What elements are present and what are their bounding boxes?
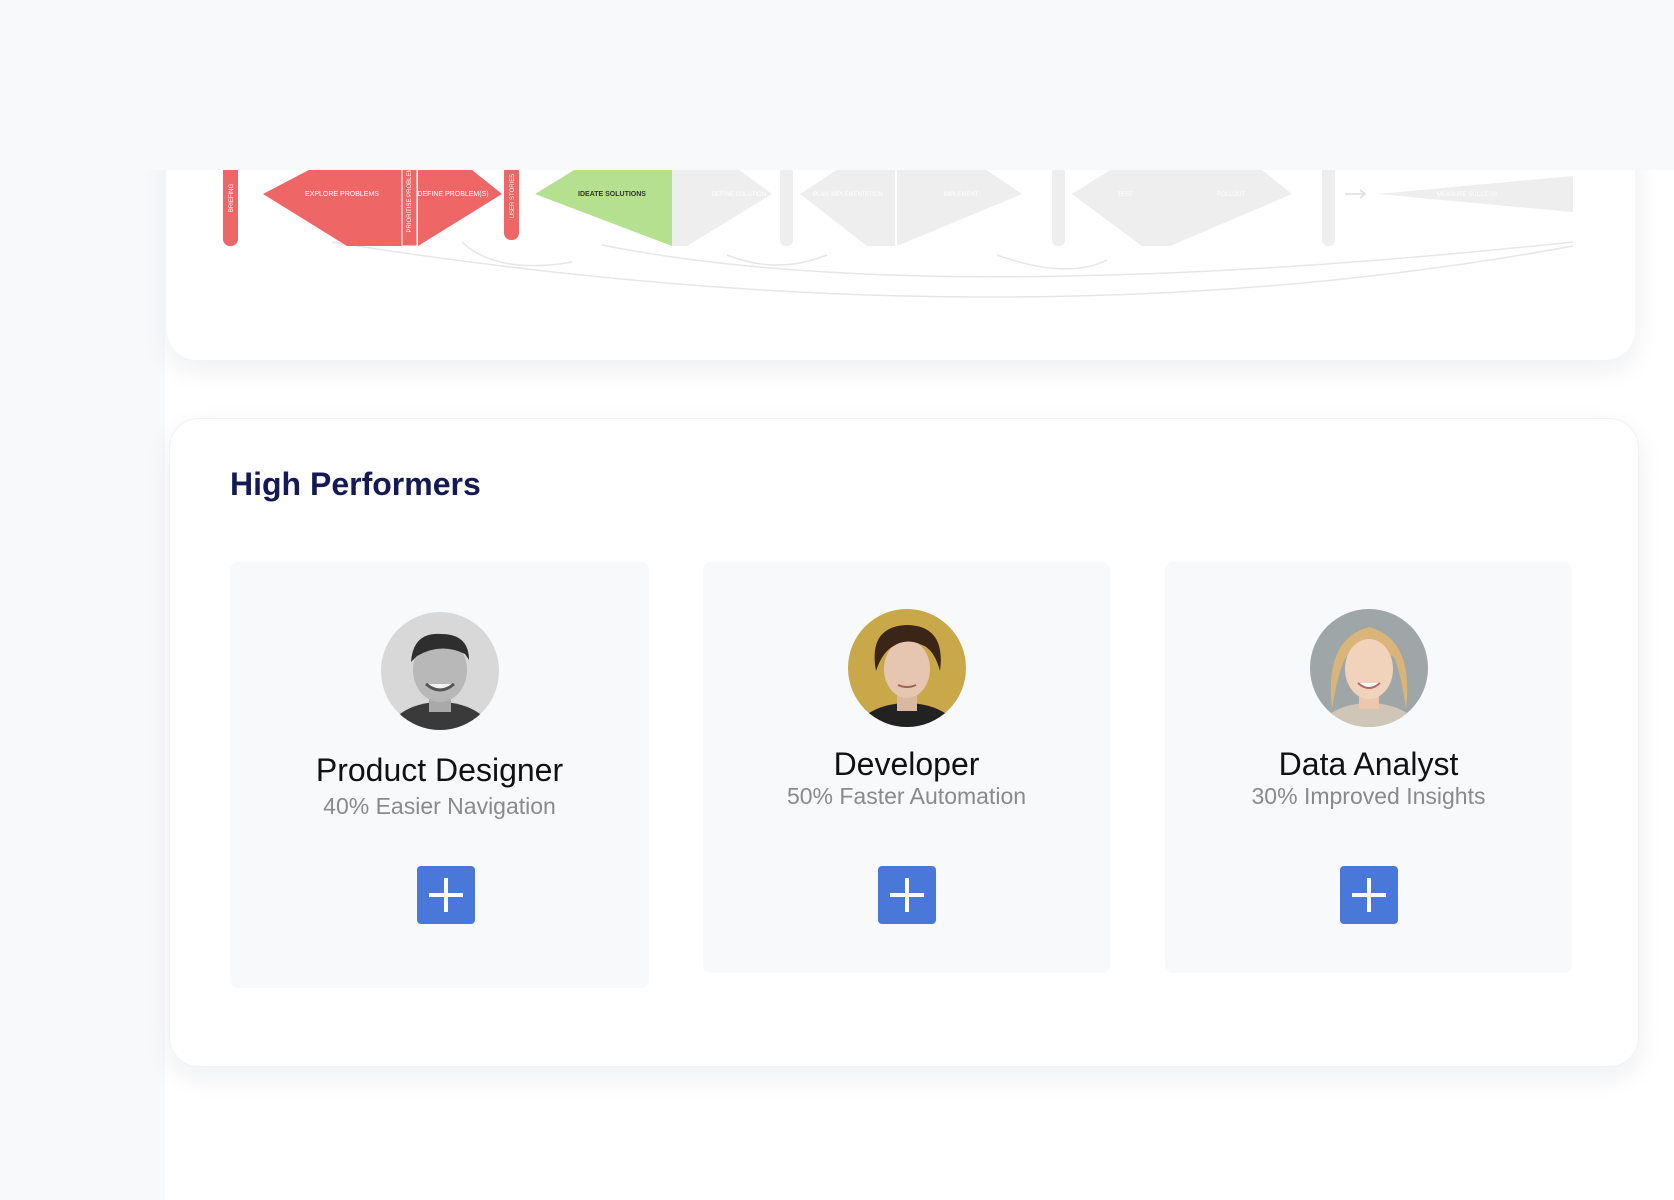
plus-icon (889, 878, 924, 912)
section-title: High Performers (230, 466, 481, 502)
stage-label-define-problems: DEFINE PROBLEM(S) (417, 191, 488, 198)
arrow-right-icon (1345, 189, 1367, 199)
performer-role: Product Designer (315, 752, 564, 788)
performer-card-developer: Developer 50% Faster Automation (703, 562, 1110, 973)
stage-label-prioritise-problems: PRIORITISE PROBLEMS (407, 163, 413, 232)
performer-stat: 40% Easier Navigation (323, 793, 556, 819)
stage-label-rollout: ROLLOUT (1217, 192, 1246, 198)
stage-label-test: TEST (1117, 192, 1133, 198)
design-process-diagram: BRIEFING EXPLORE PROBLEMS PRIORITISE PRO… (223, 150, 1574, 298)
add-product-designer-button[interactable] (416, 866, 475, 924)
stage-label-implement: IMPLEMENT (943, 192, 978, 198)
process-connector-arcs (331, 241, 1574, 298)
stage-label-ideate-solutions: IDEATE SOLUTIONS (578, 191, 646, 198)
performer-stat: 50% Faster Automation (786, 783, 1027, 809)
top-header-band (0, 0, 1674, 170)
plus-icon (1351, 878, 1386, 912)
avatar (380, 612, 499, 730)
performer-card-product-designer: Product Designer 40% Easier Navigation (230, 562, 649, 988)
stage-label-user-stories: USER STORIES (510, 174, 516, 219)
stage-label-define-solution: DEFINE SOLUTION (712, 192, 766, 198)
performer-stat: 30% Improved Insights (1251, 783, 1486, 809)
stage-label-measure-success: MEASURE SUCCESS (1437, 192, 1497, 198)
stage-label-plan-implementation: PLAN IMPLEMENTATION (813, 192, 883, 198)
avatar (1309, 609, 1428, 727)
stage-label-explore-problems: EXPLORE PROBLEMS (305, 191, 379, 198)
plus-icon (428, 878, 463, 912)
add-data-analyst-button[interactable] (1339, 866, 1398, 924)
performer-role: Developer (833, 746, 980, 782)
left-sidebar-area (0, 170, 165, 1200)
performer-card-data-analyst: Data Analyst 30% Improved Insights (1165, 562, 1572, 973)
performer-role: Data Analyst (1278, 746, 1459, 782)
add-developer-button[interactable] (877, 866, 936, 924)
avatar (847, 609, 966, 727)
stage-label-briefing: BRIEFING (229, 184, 235, 213)
